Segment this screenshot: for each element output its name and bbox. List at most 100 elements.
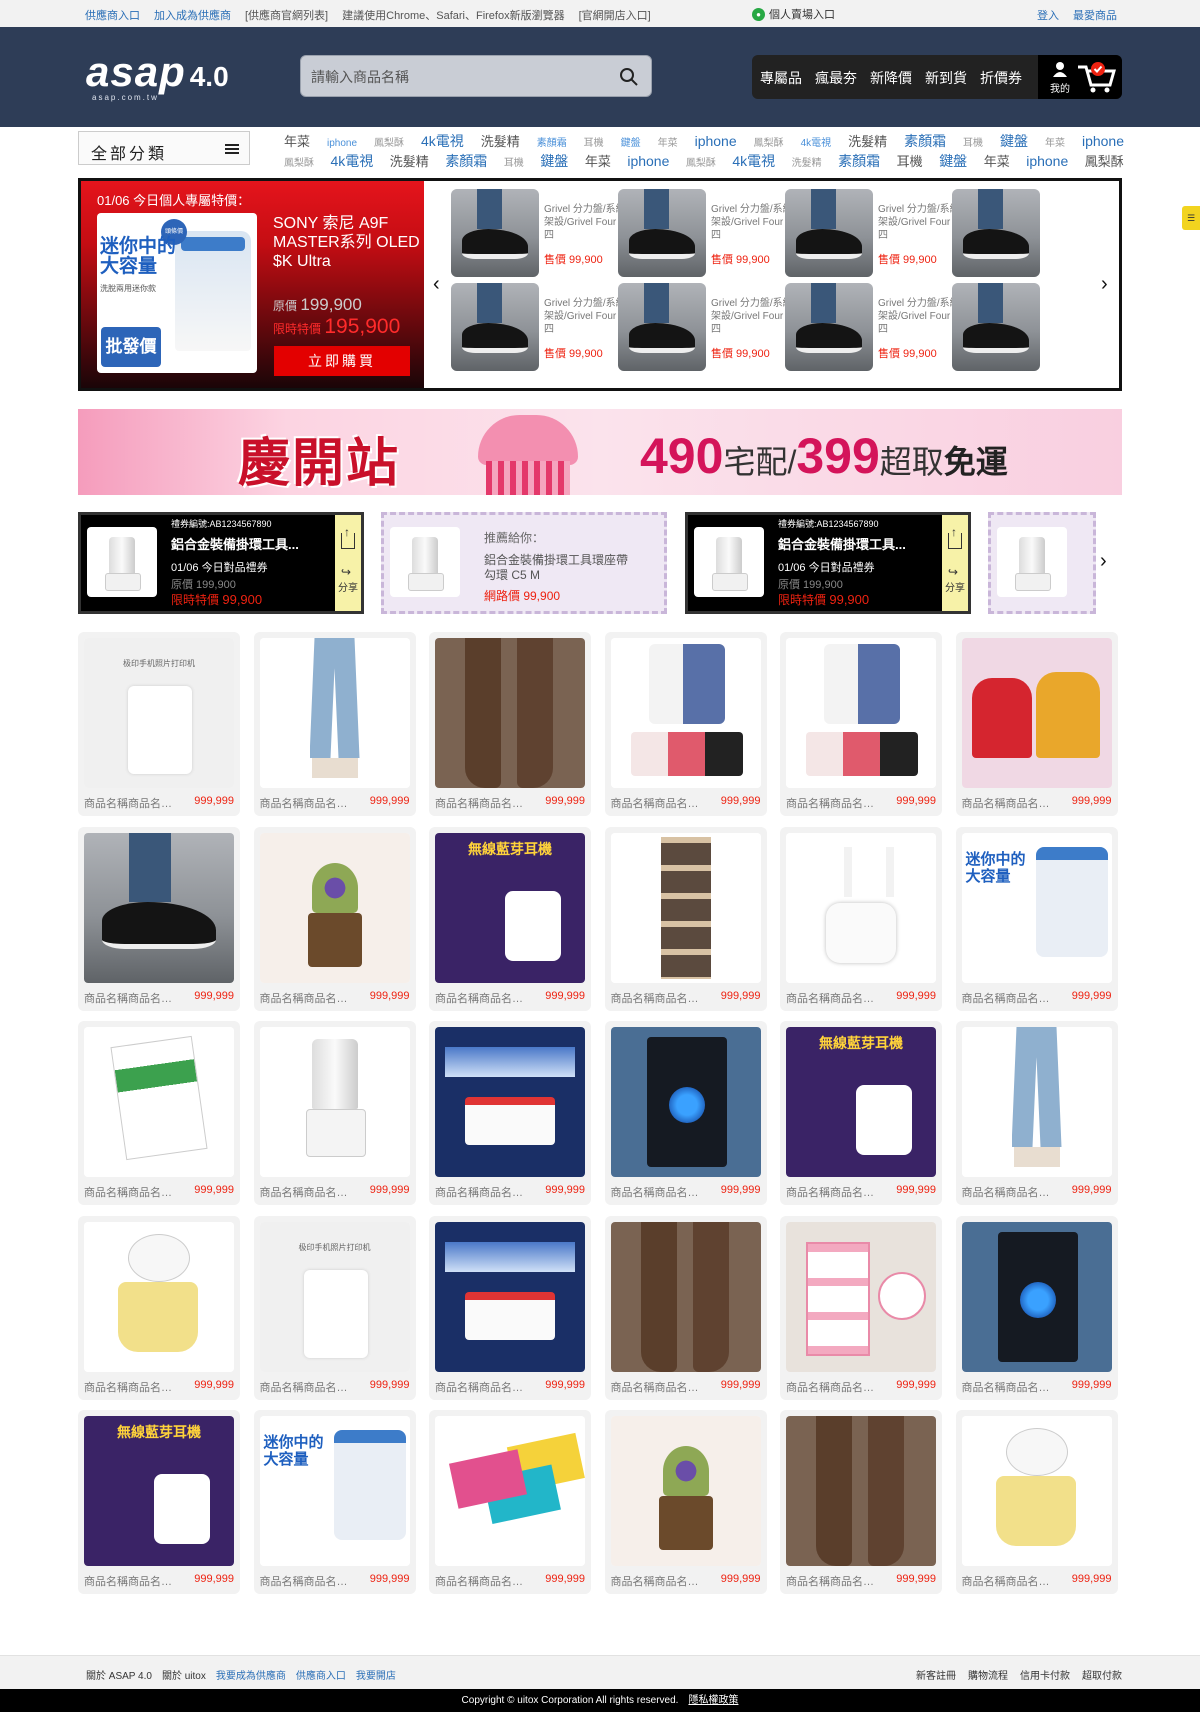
product-name[interactable]: 商品名稱商品名稱商品名稱 xyxy=(84,1379,180,1395)
product-image[interactable] xyxy=(961,1027,1112,1177)
product-name[interactable]: 商品名稱商品名稱商品名稱 xyxy=(786,1379,882,1395)
product-name[interactable]: 商品名稱商品名稱商品名稱 xyxy=(786,795,882,811)
hot-tag[interactable]: 4k電視 xyxy=(732,151,775,171)
product-name[interactable]: 商品名稱商品名稱商品名稱 xyxy=(786,1573,882,1589)
hot-tag[interactable]: 鍵盤 xyxy=(540,151,568,171)
all-categories-button[interactable]: 全部分類 xyxy=(78,131,250,165)
flash-item-name[interactable]: Grivel 分力盤/系統架設/Grivel Four 四 xyxy=(711,203,795,242)
personal-store-link[interactable]: ● 個人賣場入口 xyxy=(752,6,835,22)
hot-tag[interactable]: 鳳梨酥 xyxy=(284,154,314,169)
my-account-button[interactable]: 我的 xyxy=(1048,61,1072,95)
nav-item[interactable]: 折價券 xyxy=(980,68,1022,88)
nav-item[interactable]: 瘋最夯 xyxy=(815,68,857,88)
product-card[interactable]: 商品名稱商品名稱商品名稱 999,999 xyxy=(78,1021,240,1205)
hot-tag[interactable]: 耳機 xyxy=(504,154,524,169)
product-card[interactable]: 商品名稱商品名稱商品名稱 999,999 xyxy=(78,826,240,1011)
product-name[interactable]: 商品名稱商品名稱商品名稱 xyxy=(260,1379,356,1395)
product-card[interactable]: 商品名稱商品名稱商品名稱 999,999 xyxy=(955,1215,1118,1400)
hot-tag[interactable]: 素顏霜 xyxy=(904,131,946,151)
hot-tag[interactable]: 鍵盤 xyxy=(1000,131,1028,151)
product-image[interactable] xyxy=(84,1416,234,1566)
nav-item[interactable]: 專屬品 xyxy=(760,68,802,88)
product-image[interactable] xyxy=(786,638,936,788)
flash-item-name[interactable]: Grivel 分力盤/系統架設/Grivel Four 四 xyxy=(878,203,962,242)
flash-item-name[interactable]: Grivel 分力盤/系統架設/Grivel Four 四 xyxy=(878,297,962,336)
product-name[interactable]: 商品名稱商品名稱商品名稱 xyxy=(84,1573,180,1589)
footer-link[interactable]: 新客註冊 xyxy=(916,1667,956,1682)
product-card[interactable]: 商品名稱商品名稱商品名稱 999,999 xyxy=(955,1410,1118,1594)
hot-tag[interactable]: 洗髮精 xyxy=(792,154,822,169)
hot-tag[interactable]: 4k電視 xyxy=(331,151,374,171)
coupon-title[interactable]: 鋁合金裝備掛環工具... xyxy=(778,534,928,553)
hot-tag[interactable]: 洗髮精 xyxy=(848,131,887,150)
hot-tag[interactable]: 鍵盤 xyxy=(939,151,967,171)
featured-product-name[interactable]: SONY 索尼 A9F MASTER系列 OLED $K Ultra xyxy=(273,214,423,271)
product-image[interactable] xyxy=(259,1221,410,1372)
product-card[interactable]: 商品名稱商品名稱商品名稱 999,999 xyxy=(253,1410,416,1594)
chevron-right-icon[interactable]: › xyxy=(1101,273,1108,296)
hot-tag[interactable]: 鍵盤 xyxy=(621,134,641,149)
product-image[interactable] xyxy=(435,1221,585,1372)
hot-tag[interactable]: 年菜 xyxy=(284,131,310,150)
hot-tag[interactable]: iphone xyxy=(1026,153,1068,169)
product-image[interactable] xyxy=(961,832,1112,983)
product-image[interactable] xyxy=(435,638,585,788)
share-button[interactable]: ↪ 分享 xyxy=(942,515,968,611)
chevron-left-icon[interactable]: ‹ xyxy=(433,273,440,296)
product-name[interactable]: 商品名稱商品名稱商品名稱 xyxy=(611,990,707,1006)
product-card[interactable]: 商品名稱商品名稱商品名稱 999,999 xyxy=(78,1410,240,1594)
product-image[interactable] xyxy=(610,1416,761,1566)
top-link[interactable]: [官網開店入口] xyxy=(579,7,651,23)
flash-item[interactable]: Grivel 分力盤/系統架設/Grivel Four 四售價 99,900 xyxy=(618,189,798,277)
product-card[interactable]: 商品名稱商品名稱商品名稱 999,999 xyxy=(780,1410,942,1594)
product-image[interactable] xyxy=(961,1416,1112,1566)
search-icon[interactable] xyxy=(619,67,639,87)
featured-deal[interactable]: 01/06 今日個人專屬特價： 頭條價 迷你中的大容量 洗脫兩用迷你款 批發價 … xyxy=(81,181,424,388)
product-image[interactable] xyxy=(786,1416,936,1566)
hot-tag[interactable]: iphone xyxy=(627,153,669,169)
product-card[interactable]: 商品名稱商品名稱商品名稱 999,999 xyxy=(429,1410,591,1594)
footer-link[interactable]: 超取付款 xyxy=(1082,1667,1122,1682)
footer-link[interactable]: 購物流程 xyxy=(968,1667,1008,1682)
footer-link[interactable]: 關於 ASAP 4.0 xyxy=(86,1667,152,1682)
hot-tag[interactable]: 鳳梨酥 xyxy=(686,154,716,169)
flash-item-name[interactable]: Grivel 分力盤/系統架設/Grivel Four 四 xyxy=(544,297,628,336)
hot-tag[interactable]: 年菜 xyxy=(1045,134,1065,149)
product-image[interactable] xyxy=(786,1221,936,1372)
promo-banner[interactable]: 慶開站 490宅配/399超取免運 xyxy=(78,409,1122,495)
product-name[interactable]: 商品名稱商品名稱商品名稱 xyxy=(786,1184,882,1200)
product-image[interactable] xyxy=(259,1027,410,1177)
hot-tag[interactable]: 4k電視 xyxy=(801,134,832,149)
product-card[interactable]: 商品名稱商品名稱商品名稱 999,999 xyxy=(780,1021,942,1205)
flash-item-image[interactable] xyxy=(785,189,873,277)
hot-tag[interactable]: 鳳梨酥 xyxy=(374,134,404,149)
buy-now-button[interactable]: 立即購買 xyxy=(274,346,410,376)
product-image[interactable] xyxy=(961,638,1112,788)
footer-link[interactable]: 供應商入口 xyxy=(296,1667,346,1682)
nav-item[interactable]: 新到貨 xyxy=(925,68,967,88)
product-name[interactable]: 商品名稱商品名稱商品名稱 xyxy=(84,1184,180,1200)
product-name[interactable]: 商品名稱商品名稱商品名稱 xyxy=(435,1573,531,1589)
flash-item-image[interactable] xyxy=(952,283,1040,371)
hot-tag[interactable]: 4k電視 xyxy=(421,131,464,151)
share-button[interactable]: ↪ 分享 xyxy=(335,515,361,611)
chevron-right-icon[interactable]: › xyxy=(1100,550,1107,573)
product-image[interactable] xyxy=(259,638,410,788)
product-image[interactable] xyxy=(786,1027,936,1177)
hot-tag[interactable]: 鳳梨酥 xyxy=(754,134,784,149)
product-name[interactable]: 商品名稱商品名稱商品名稱 xyxy=(435,1379,531,1395)
product-name[interactable]: 商品名稱商品名稱商品名稱 xyxy=(435,1184,531,1200)
product-card[interactable]: 商品名稱商品名稱商品名稱 999,999 xyxy=(429,826,591,1011)
flash-item-image[interactable] xyxy=(451,283,539,371)
hot-tag[interactable]: iphone xyxy=(327,138,357,149)
footer-link[interactable]: 我要成為供應商 xyxy=(216,1667,286,1682)
product-image[interactable] xyxy=(610,638,761,788)
product-image[interactable] xyxy=(435,1416,585,1566)
featured-deal-image[interactable]: 頭條價 迷你中的大容量 洗脫兩用迷你款 批發價 xyxy=(97,213,257,373)
product-image[interactable] xyxy=(84,1221,234,1372)
product-name[interactable]: 商品名稱商品名稱商品名稱 xyxy=(611,1573,707,1589)
footer-link[interactable]: 我要開店 xyxy=(356,1667,396,1682)
product-name[interactable]: 商品名稱商品名稱商品名稱 xyxy=(962,990,1058,1006)
product-card[interactable]: 商品名稱商品名稱商品名稱 999,999 xyxy=(604,1215,767,1400)
product-card[interactable]: 商品名稱商品名稱商品名稱 999,999 xyxy=(429,1215,591,1400)
